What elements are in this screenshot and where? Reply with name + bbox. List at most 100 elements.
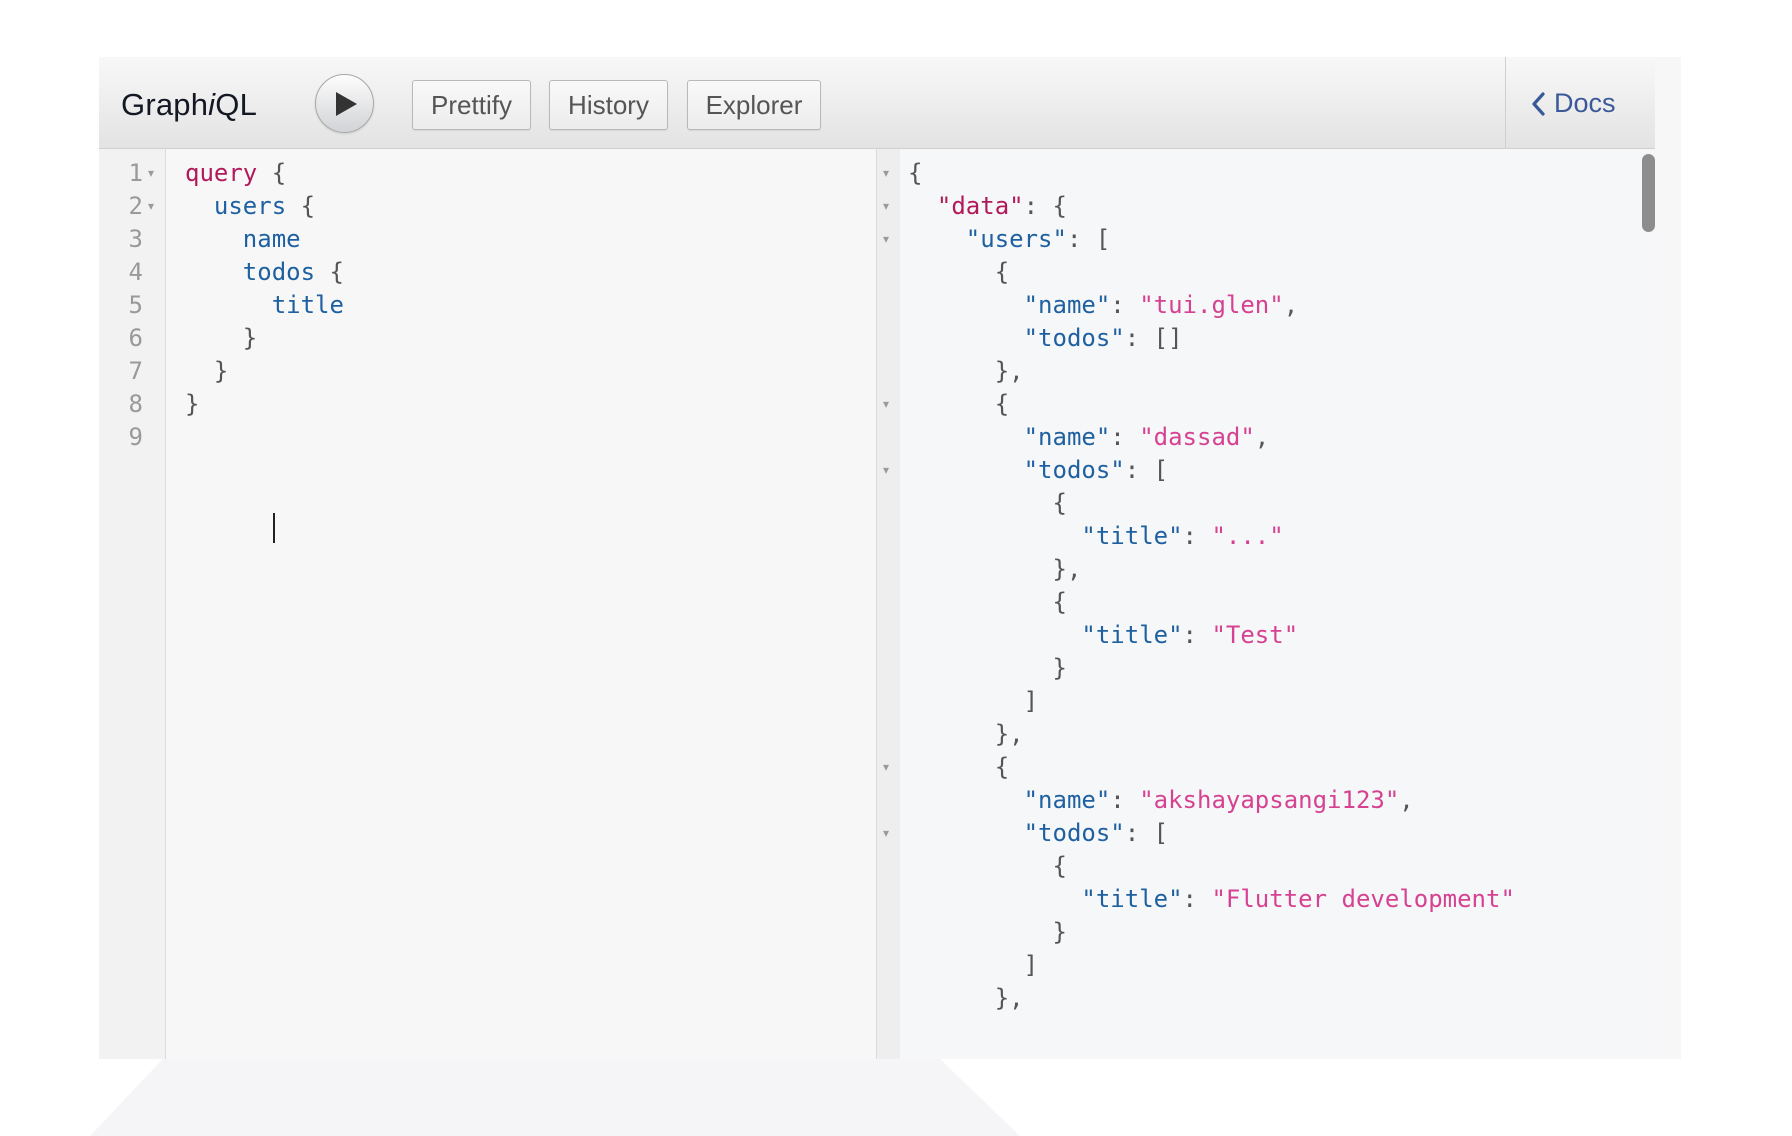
fold-arrow-icon[interactable]: ▾	[883, 826, 889, 840]
result-line: "todos": [	[1024, 454, 1169, 487]
json-token: {	[994, 753, 1010, 781]
json-token: : [	[1124, 456, 1169, 484]
result-line: "users": [	[966, 223, 1111, 256]
query-line: }	[185, 388, 199, 421]
json-token: },	[1052, 555, 1082, 583]
code-token: title	[271, 291, 344, 319]
text-cursor	[273, 513, 275, 543]
line-number: 6	[128, 324, 143, 352]
docs-button[interactable]: Docs	[1532, 88, 1616, 119]
result-line: },	[995, 982, 1024, 1015]
json-token: "todos"	[1023, 324, 1125, 352]
explorer-button[interactable]: Explorer	[687, 80, 821, 130]
json-token: "tui.glen"	[1139, 291, 1284, 319]
result-line: }	[1053, 916, 1067, 949]
result-line: "title": "..."	[1081, 520, 1283, 553]
json-token: ]	[1023, 951, 1039, 979]
line-number: 5	[128, 291, 143, 319]
json-token: {	[994, 258, 1010, 286]
json-token: "Test"	[1211, 621, 1299, 649]
result-line: "data": {	[937, 190, 1067, 223]
result-line: {	[1053, 850, 1067, 883]
json-token: : [	[1066, 225, 1111, 253]
code-token: todos	[242, 258, 316, 286]
fold-arrow-icon[interactable]: ▾	[148, 199, 154, 213]
json-token: :	[1182, 522, 1212, 550]
json-token: }	[1052, 918, 1067, 946]
app-title: GraphiQL	[121, 87, 258, 122]
history-button[interactable]: History	[549, 80, 668, 130]
result-line: "name": "tui.glen",	[1024, 289, 1299, 322]
result-viewer	[900, 149, 1655, 1059]
result-line: "name": "akshayapsangi123",	[1024, 784, 1414, 817]
json-token: {	[1052, 489, 1067, 517]
query-line: query {	[185, 157, 286, 190]
result-line: ]	[1024, 949, 1038, 982]
query-editor[interactable]	[99, 149, 876, 1059]
json-token: "name"	[1023, 786, 1111, 814]
line-number: 1	[128, 159, 143, 187]
result-line: "name": "dassad",	[1024, 421, 1270, 454]
json-token: :	[1110, 291, 1140, 319]
line-number: 4	[128, 258, 143, 286]
fold-arrow-icon[interactable]: ▾	[883, 397, 889, 411]
json-token: :	[1110, 423, 1140, 451]
line-number: 8	[128, 390, 143, 418]
json-token: "data"	[936, 192, 1024, 220]
result-line: }	[1053, 652, 1067, 685]
line-number: 9	[128, 423, 143, 451]
json-token: },	[994, 357, 1024, 385]
result-line: "todos": []	[1024, 322, 1183, 355]
json-token: }	[1052, 654, 1067, 682]
result-line: {	[995, 751, 1009, 784]
code-token: }	[213, 357, 229, 385]
json-token: ,	[1399, 786, 1414, 814]
result-scrollbar[interactable]	[1642, 154, 1655, 232]
json-token: "akshayapsangi123"	[1139, 786, 1400, 814]
fold-arrow-icon[interactable]: ▾	[883, 166, 889, 180]
json-token: },	[994, 720, 1024, 748]
json-token: },	[994, 984, 1024, 1012]
code-token: {	[315, 258, 344, 286]
json-token: "users"	[965, 225, 1067, 253]
code-token: }	[185, 390, 200, 418]
json-token: "name"	[1023, 291, 1111, 319]
run-button[interactable]	[315, 74, 374, 133]
fold-arrow-icon[interactable]: ▾	[883, 463, 889, 477]
json-token: {	[908, 159, 923, 187]
json-token: :	[1110, 786, 1140, 814]
pane-divider[interactable]	[876, 149, 902, 1059]
json-token: {	[994, 390, 1010, 418]
json-token: ]	[1023, 687, 1039, 715]
query-line: users {	[214, 190, 315, 223]
json-token: "title"	[1081, 885, 1183, 913]
query-line: title	[272, 289, 344, 322]
result-line: },	[1053, 553, 1082, 586]
json-token: "name"	[1023, 423, 1111, 451]
json-token: : []	[1124, 324, 1183, 352]
line-number: 2	[128, 192, 143, 220]
result-line: },	[995, 718, 1024, 751]
json-token: "title"	[1081, 621, 1183, 649]
fold-arrow-icon[interactable]: ▾	[883, 760, 889, 774]
result-line: {	[1053, 487, 1067, 520]
query-line: }	[214, 355, 228, 388]
json-token: "todos"	[1023, 456, 1125, 484]
toolbar: GraphiQL Prettify History Explorer Docs	[99, 57, 1655, 149]
json-token: "..."	[1211, 522, 1284, 550]
fold-arrow-icon[interactable]: ▾	[148, 166, 154, 180]
prettify-button[interactable]: Prettify	[412, 80, 531, 130]
result-line: {	[995, 388, 1009, 421]
code-token: }	[242, 324, 258, 352]
query-line: todos {	[243, 256, 344, 289]
code-token: users	[213, 192, 287, 220]
fold-arrow-icon[interactable]: ▾	[883, 232, 889, 246]
result-line: {	[995, 256, 1009, 289]
json-token: {	[1052, 852, 1067, 880]
json-token: "dassad"	[1139, 423, 1255, 451]
json-token: ,	[1283, 291, 1299, 319]
code-token: {	[257, 159, 287, 187]
json-token: :	[1182, 621, 1212, 649]
fold-arrow-icon[interactable]: ▾	[883, 199, 889, 213]
json-token: :	[1182, 885, 1212, 913]
